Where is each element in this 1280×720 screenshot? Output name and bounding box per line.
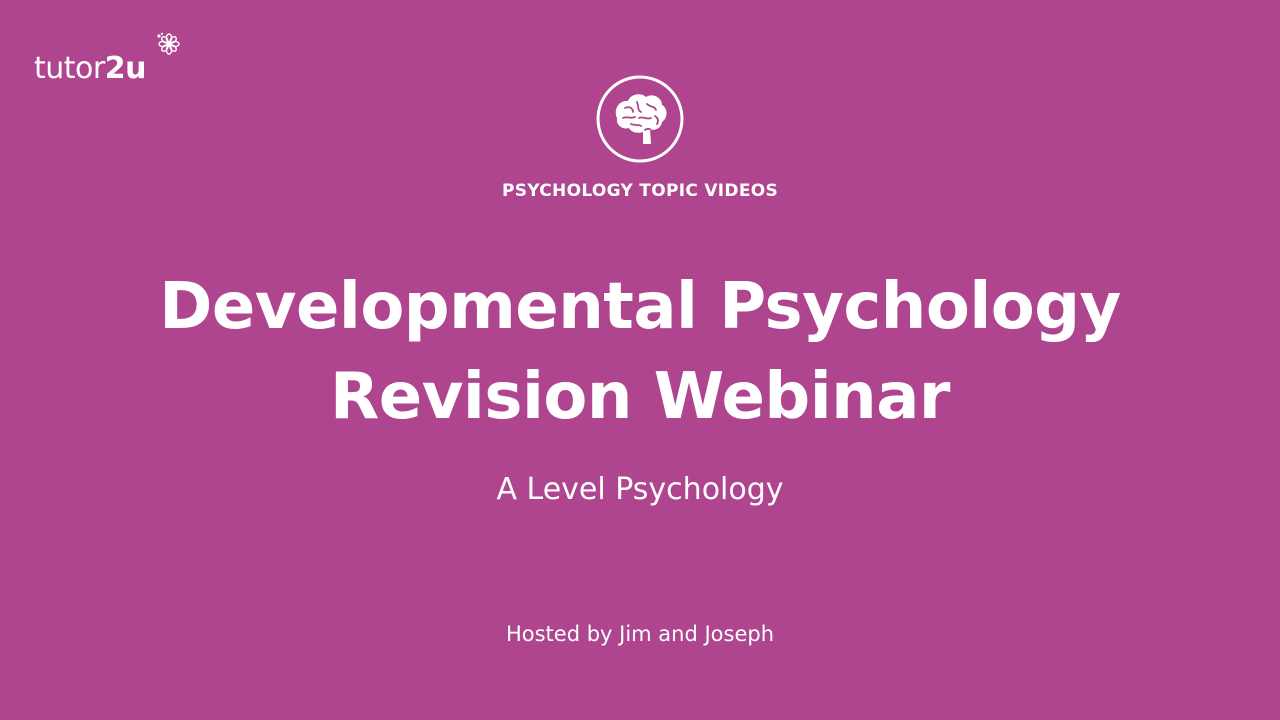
tutor2u-logo: tutor2u bbox=[34, 32, 180, 86]
host-credit: Hosted by Jim and Joseph bbox=[505, 622, 775, 646]
logo-text: tutor2u bbox=[34, 52, 146, 86]
category-label: PSYCHOLOGY TOPIC VIDEOS bbox=[501, 181, 779, 201]
page-title: Developmental Psychology Revision Webina… bbox=[0, 262, 1280, 442]
logo-text-regular: tutor bbox=[34, 51, 105, 86]
title-line-1: Developmental Psychology bbox=[159, 270, 1121, 344]
title-slide: tutor2u PSYCHOLOGY TOPIC VIDEOS Developm… bbox=[0, 0, 1280, 720]
brain-icon bbox=[596, 75, 684, 163]
logo-text-bold: 2u bbox=[104, 51, 147, 86]
subtitle: A Level Psychology bbox=[496, 472, 784, 507]
title-line-2: Revision Webinar bbox=[330, 360, 950, 434]
flower-icon bbox=[157, 32, 180, 55]
